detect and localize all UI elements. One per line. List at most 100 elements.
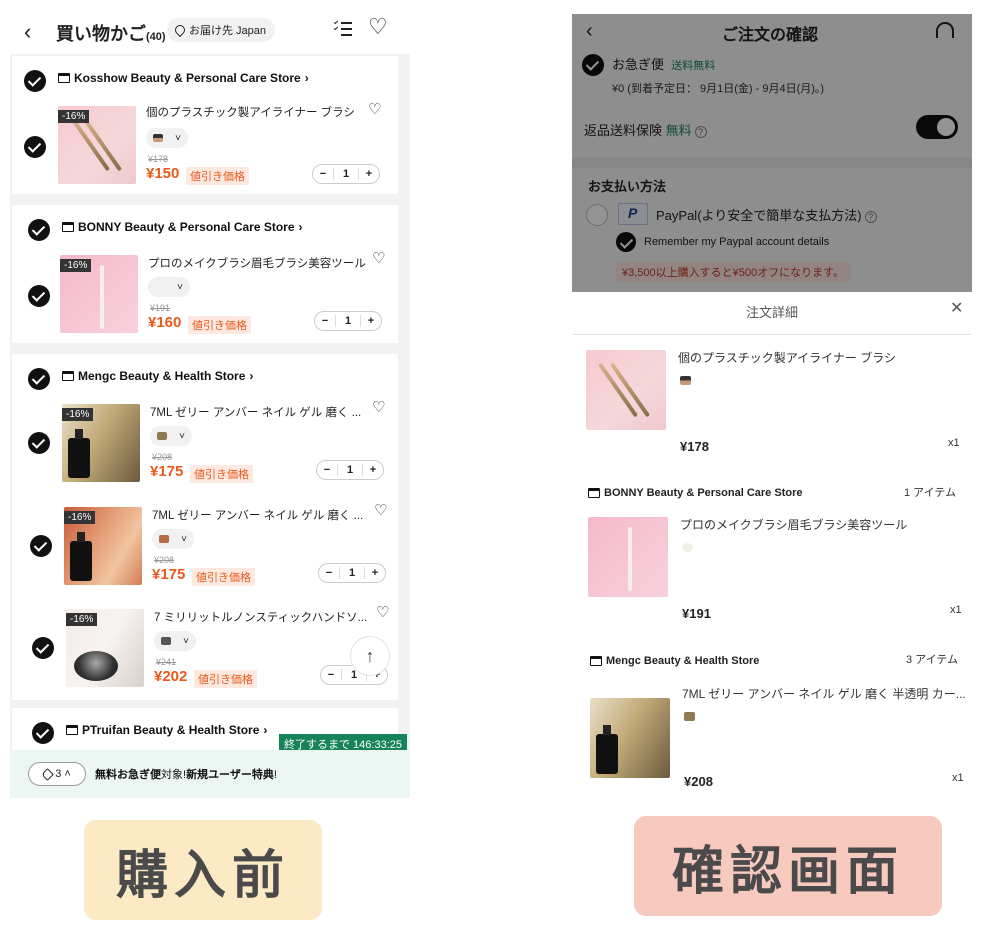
product-title[interactable]: 7 ミリリットルノンスティックハンドソ... — [154, 609, 367, 625]
minus-button[interactable]: − — [321, 669, 341, 681]
item-checkbox[interactable] — [32, 637, 54, 659]
chevron-up-icon: ˄ — [64, 768, 71, 780]
divider — [572, 334, 972, 335]
item-checkbox[interactable] — [30, 535, 52, 557]
product-image[interactable]: -16% — [62, 404, 140, 482]
chevron-right-icon: › — [249, 369, 254, 383]
product-image[interactable]: -16% — [60, 255, 138, 333]
item-count: 1 アイテム — [904, 487, 957, 499]
checklist-icon[interactable] — [333, 19, 352, 37]
quantity-stepper[interactable]: −1 + — [318, 563, 386, 583]
minus-button[interactable]: − — [319, 567, 339, 579]
cart-screen: ‹ 買い物かご(40) お届け先 Japan ♡ Kosshow Beauty … — [10, 8, 410, 798]
favorite-heart-icon[interactable]: ♡ — [376, 603, 389, 621]
discount-badge: -16% — [64, 511, 96, 524]
close-icon[interactable]: ✕ — [950, 298, 963, 318]
store-name[interactable]: Kosshow Beauty & Personal Care Store › — [58, 71, 309, 85]
quantity-stepper[interactable]: −1 + — [316, 460, 384, 480]
item-count: 3 アイテム — [906, 654, 959, 666]
item-qty: x1 — [952, 772, 964, 784]
minus-button[interactable]: − — [317, 464, 337, 476]
item-price: ¥191 — [682, 606, 711, 621]
color-swatch — [682, 543, 693, 552]
chevron-down-icon: ˅ — [175, 132, 181, 144]
color-swatch — [155, 283, 165, 291]
minus-button[interactable]: − — [315, 315, 335, 327]
variant-selector[interactable]: ˅ — [152, 529, 194, 549]
product-title[interactable]: 7ML ゼリー アンバー ネイル ゲル 磨く ... — [152, 507, 363, 523]
product-image[interactable]: -16% — [66, 609, 144, 687]
color-swatch — [680, 376, 691, 385]
product-image — [588, 517, 668, 597]
discount-badge: -16% — [60, 259, 92, 272]
store-name[interactable]: PTruifan Beauty & Health Store › — [66, 723, 267, 737]
product-title[interactable]: 個のプラスチック製アイライナー ブラシ — [146, 104, 355, 120]
item-qty: x1 — [948, 437, 960, 449]
price-tag: 値引き価格 — [192, 568, 255, 586]
variant-selector[interactable]: ˅ — [154, 631, 196, 651]
cart-header: ‹ 買い物かご(40) お届け先 Japan ♡ — [10, 8, 410, 54]
store-card: Mengc Beauty & Health Store › -16% 7ML ゼリ… — [12, 354, 398, 700]
coupon-toggle[interactable]: 3 ˄ — [28, 762, 86, 786]
favorite-heart-icon[interactable]: ♡ — [372, 398, 385, 416]
ship-to-selector[interactable]: お届け先 Japan — [167, 18, 276, 42]
quantity-value: 1 — [339, 567, 365, 579]
quantity-stepper[interactable]: −1 + — [312, 164, 380, 184]
back-arrow-icon[interactable]: ‹ — [24, 19, 31, 45]
store-card: Kosshow Beauty & Personal Care Store › -1… — [12, 56, 398, 194]
page-title: 買い物かご(40) — [56, 24, 166, 44]
favorite-heart-icon[interactable]: ♡ — [374, 501, 387, 519]
chevron-down-icon: ˅ — [179, 430, 185, 442]
favorite-heart-icon[interactable]: ♡ — [368, 100, 381, 118]
price-tag: 値引き価格 — [194, 670, 257, 688]
store-name[interactable]: Mengc Beauty & Health Store › — [62, 369, 253, 383]
quantity-value: 1 — [335, 315, 361, 327]
item-checkbox[interactable] — [28, 285, 50, 307]
shop-icon — [62, 371, 74, 381]
plus-button[interactable]: + — [359, 168, 379, 180]
caption-before-purchase: 購入前 — [84, 820, 322, 920]
store-checkbox[interactable] — [32, 722, 54, 744]
product-image[interactable]: -16% — [58, 106, 136, 184]
variant-selector[interactable]: ˅ — [146, 128, 188, 148]
shop-icon — [62, 222, 74, 232]
item-checkbox[interactable] — [28, 432, 50, 454]
variant-selector[interactable]: ˅ — [148, 277, 190, 297]
plus-button[interactable]: + — [361, 315, 381, 327]
variant-selector[interactable]: ˅ — [150, 426, 192, 446]
store-checkbox[interactable] — [28, 368, 50, 390]
item-checkbox[interactable] — [24, 136, 46, 158]
modal-overlay[interactable] — [572, 14, 972, 292]
store-checkbox[interactable] — [28, 219, 50, 241]
quantity-stepper[interactable]: −1 + — [314, 311, 382, 331]
store-name[interactable]: BONNY Beauty & Personal Care Store › — [62, 220, 303, 234]
color-swatch — [684, 712, 695, 721]
product-title: プロのメイクブラシ眉毛ブラシ美容ツール — [680, 518, 908, 532]
product-image[interactable]: -16% — [64, 507, 142, 585]
color-swatch — [153, 134, 163, 142]
store-checkbox[interactable] — [24, 70, 46, 92]
product-image — [590, 698, 670, 778]
favorite-heart-icon[interactable]: ♡ — [372, 249, 385, 267]
color-swatch — [161, 637, 171, 645]
chevron-right-icon: › — [298, 220, 303, 234]
price-tag: 値引き価格 — [190, 465, 253, 483]
wishlist-heart-icon[interactable]: ♡ — [368, 14, 388, 40]
product-title[interactable]: 7ML ゼリー アンバー ネイル ゲル 磨く ... — [150, 404, 361, 420]
plus-button[interactable]: + — [363, 464, 383, 476]
quantity-value: 1 — [333, 168, 359, 180]
tag-icon — [41, 767, 55, 781]
scroll-to-top-button[interactable]: ↑ — [350, 636, 390, 676]
item-price: ¥208 — [684, 774, 713, 789]
color-swatch — [157, 432, 167, 440]
store-card: BONNY Beauty & Personal Care Store › -16%… — [12, 205, 398, 343]
shop-icon — [590, 656, 602, 666]
minus-button[interactable]: − — [313, 168, 333, 180]
store-name: BONNY Beauty & Personal Care Store — [588, 487, 802, 499]
discount-badge: -16% — [62, 408, 94, 421]
ship-to-label: お届け先 Japan — [189, 25, 267, 37]
caption-confirm-screen: 確認画面 — [634, 816, 942, 916]
product-title[interactable]: プロのメイクブラシ眉毛ブラシ美容ツール — [148, 255, 366, 271]
shop-icon — [588, 488, 600, 498]
plus-button[interactable]: + — [365, 567, 385, 579]
